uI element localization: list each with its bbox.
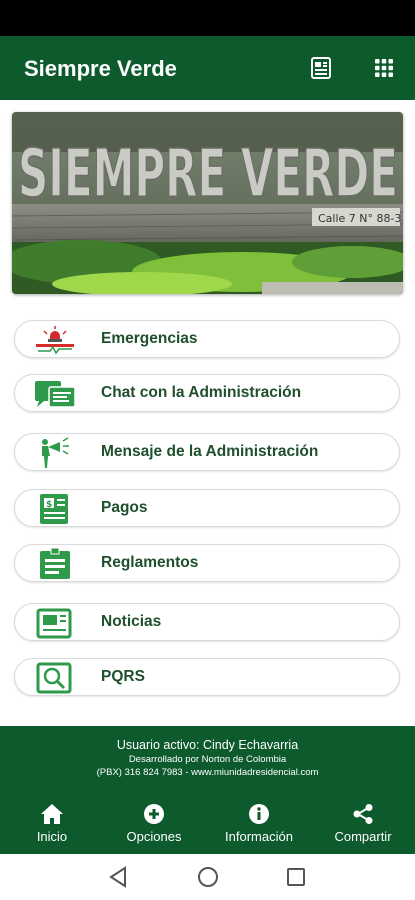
nav-inicio[interactable]: Inicio (7, 802, 97, 844)
recents-icon[interactable] (286, 867, 306, 892)
grid-icon[interactable] (370, 54, 398, 82)
menu-item-label: PQRS (101, 668, 145, 685)
nav-opciones[interactable]: Opciones (109, 802, 199, 844)
home-circle-icon[interactable] (197, 866, 219, 893)
menu-item-pqrs[interactable]: PQRS (14, 658, 400, 696)
developer-text: Desarrollado por Norton de Colombia (128, 754, 287, 765)
info-icon (214, 802, 304, 826)
regulations-icon (33, 547, 77, 581)
community-banner-photo: SIEMPRE VERDE Calle 7 N° 88-31 (12, 112, 403, 294)
plus-circle-icon (109, 802, 199, 826)
app-title: Siempre Verde (24, 56, 177, 81)
news-icon (33, 606, 77, 640)
menu-item-label: Mensaje de la Administración (101, 443, 319, 460)
status-bar (0, 0, 415, 36)
megaphone-icon (33, 436, 77, 470)
menu-item-pagos[interactable]: $ Pagos (14, 489, 400, 527)
menu-item-reglamentos[interactable]: Reglamentos (14, 544, 400, 582)
banner-address-text: Calle 7 N° 88-31 (318, 212, 403, 225)
system-navigation-bar (0, 854, 415, 900)
menu-item-label: Noticias (101, 613, 162, 630)
active-user-text: Usuario activo: Cindy Echavarria (116, 738, 299, 752)
menu-item-label: Chat con la Administración (101, 384, 302, 401)
payments-icon: $ (33, 492, 77, 526)
footer: Usuario activo: Cindy Echavarria Desarro… (0, 726, 415, 854)
nav-label: Compartir (334, 829, 392, 844)
emergency-alarm-icon (33, 323, 77, 357)
menu-item-chat[interactable]: Chat con la Administración (14, 374, 400, 412)
app-bar: Siempre Verde (0, 36, 415, 100)
menu-item-label: Emergencias (101, 330, 198, 347)
banner-sign-text: SIEMPRE VERDE (18, 135, 398, 212)
document-icon[interactable] (307, 54, 335, 82)
nav-compartir[interactable]: Compartir (318, 802, 408, 844)
chat-icon (33, 377, 77, 411)
nav-label: Opciones (126, 829, 182, 844)
home-icon (7, 802, 97, 826)
menu-item-mensaje[interactable]: Mensaje de la Administración (14, 433, 400, 471)
nav-label: Información (225, 829, 293, 844)
menu-item-label: Pagos (101, 499, 148, 516)
menu-item-emergencias[interactable]: Emergencias (14, 320, 400, 358)
back-icon[interactable] (108, 866, 128, 893)
contact-text: (PBX) 316 824 7983 - www.miunidadresiden… (96, 767, 319, 778)
svg-text:$: $ (46, 500, 52, 510)
menu-item-label: Reglamentos (101, 554, 199, 571)
nav-label: Inicio (36, 829, 68, 844)
share-icon (318, 802, 408, 826)
nav-informacion[interactable]: Información (214, 802, 304, 844)
pqrs-icon (33, 661, 77, 695)
menu-item-noticias[interactable]: Noticias (14, 603, 400, 641)
